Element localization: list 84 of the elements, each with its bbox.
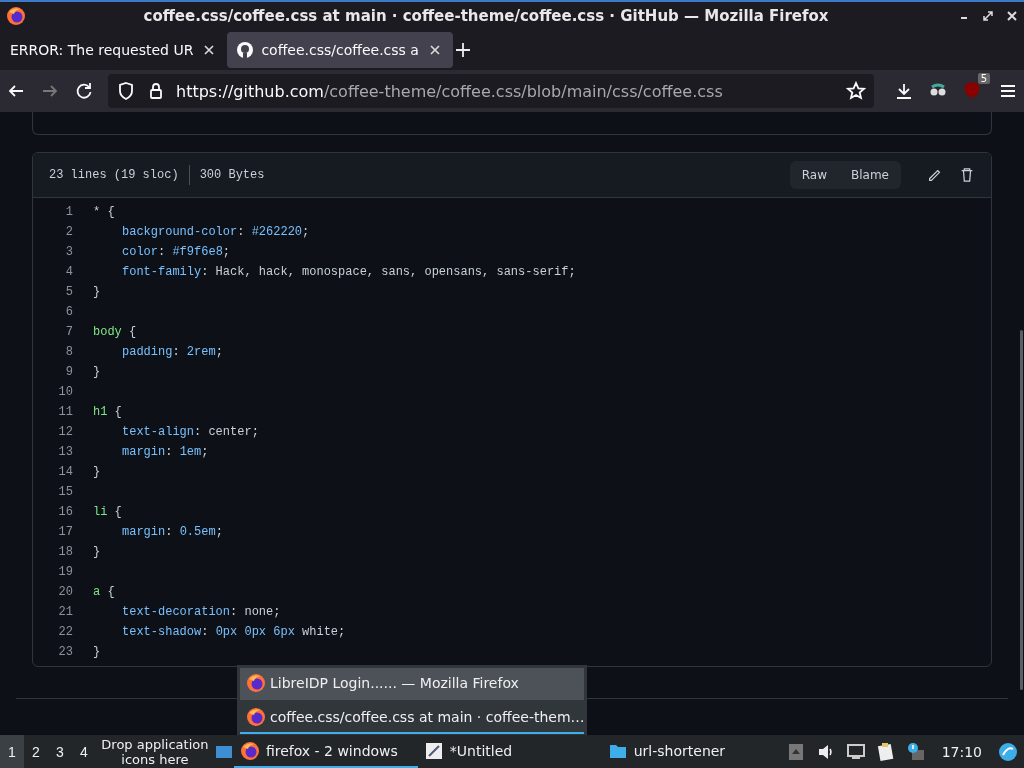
line-number: 17	[57, 525, 74, 539]
file-action-button[interactable]: Blame	[839, 161, 901, 189]
clock: 17:10	[941, 743, 982, 760]
code-line: text-align: center;	[121, 425, 259, 439]
code-line: }	[93, 545, 101, 559]
application-menu-icon[interactable]	[998, 741, 1018, 762]
github-icon	[235, 40, 256, 60]
extension-badge: 5	[977, 73, 990, 84]
code-line: text-decoration: none;	[121, 605, 281, 619]
line-number: 1	[64, 205, 74, 219]
line-count: 23 lines (19 sloc)	[49, 168, 179, 182]
code-line: color: #f9f6e8;	[121, 245, 231, 259]
network-icon[interactable]	[845, 741, 866, 762]
taskbar-task[interactable]: firefox - 2 windows	[233, 735, 418, 768]
window-title: coffee.css/coffee.css at main · coffee-theme/coffee.css · GitHub — Mozilla Firefox	[142, 7, 830, 25]
line-number: 20	[57, 585, 74, 599]
code-line: }	[93, 465, 101, 479]
pencil-icon[interactable]	[927, 167, 943, 183]
star-icon[interactable]	[846, 81, 866, 101]
launcher-hint: Drop application icons here	[100, 736, 210, 767]
maximize-icon[interactable]	[982, 10, 994, 22]
workspace-button[interactable]: 2	[24, 735, 48, 768]
download-icon[interactable]	[894, 81, 914, 101]
line-number: 15	[57, 485, 74, 499]
tab-title: ERROR: The requested UR	[10, 42, 194, 58]
shield-extension-icon[interactable]	[962, 80, 982, 100]
firefox-icon	[6, 6, 26, 26]
close-icon[interactable]	[1006, 10, 1018, 22]
code-line: a {	[93, 585, 115, 599]
code-line: * {	[93, 205, 115, 219]
workspace-button[interactable]: 3	[47, 735, 72, 768]
line-number: 22	[57, 625, 74, 639]
line-number: 14	[57, 465, 74, 479]
browser-tab[interactable]: ERROR: The requested UR	[2, 32, 228, 68]
line-number: 7	[64, 325, 74, 339]
firefox-icon	[239, 740, 260, 761]
shield-icon[interactable]	[116, 81, 136, 101]
code-line: text-shadow: 0px 0px 6px white;	[121, 625, 346, 639]
line-number: 2	[64, 225, 74, 239]
clipboard-icon[interactable]	[875, 741, 896, 762]
reload-icon[interactable]	[74, 81, 94, 101]
line-number: 19	[57, 565, 74, 579]
firefox-icon	[246, 707, 266, 727]
line-number: 4	[64, 265, 74, 279]
trash-icon[interactable]	[959, 167, 975, 183]
taskbar-task[interactable]: *Untitled	[417, 735, 602, 768]
tab-title: coffee.css/coffee.css a	[261, 42, 419, 58]
code-line: li {	[93, 505, 122, 519]
window-list-item[interactable]: LibreIDP Login...... — Mozilla Firefox	[240, 668, 584, 700]
line-number: 23	[57, 645, 74, 659]
line-number: 8	[64, 345, 74, 359]
code-line: h1 {	[93, 405, 122, 419]
code-line: body {	[93, 325, 137, 339]
code-line: margin: 1em;	[121, 445, 209, 459]
line-number: 3	[64, 245, 74, 259]
code-line: padding: 2rem;	[121, 345, 223, 359]
line-number: 11	[57, 405, 74, 419]
line-number: 13	[57, 445, 74, 459]
taskbar-task[interactable]: url-shortener	[601, 735, 786, 768]
firefox-icon	[246, 673, 266, 693]
workspace-button[interactable]: 4	[71, 735, 96, 768]
code-line: }	[93, 645, 101, 659]
code-line: font-family: Hack, hack, monospace, sans, opensans, sans-serif;	[121, 265, 576, 279]
notification-icon[interactable]	[905, 741, 926, 762]
line-number: 12	[57, 425, 74, 439]
code-line: background-color: #262220;	[121, 225, 310, 239]
address-field[interactable]: https://github.com/coffee-theme/coffee.css/blob/main/css/coffee.css	[108, 74, 874, 108]
line-number: 21	[57, 605, 74, 619]
line-number: 9	[64, 365, 74, 379]
file-size: 300 Bytes	[199, 168, 265, 182]
line-number: 5	[64, 285, 74, 299]
text-editor-icon	[423, 740, 444, 761]
workspace-button[interactable]: 1	[0, 735, 24, 768]
code-line: margin: 0.5em;	[121, 525, 223, 539]
scrollbar[interactable]	[1020, 330, 1023, 690]
url-text: https://github.com/coffee-theme/coffee.css/blob/main/css/coffee.css	[176, 81, 724, 101]
code-line: }	[93, 285, 101, 299]
line-number: 16	[57, 505, 74, 519]
line-number: 10	[57, 385, 74, 399]
line-number: 18	[57, 545, 74, 559]
code-line: }	[93, 365, 101, 379]
browser-tab[interactable]: coffee.css/coffee.css a	[227, 32, 453, 68]
file-action-button[interactable]: Raw	[789, 161, 839, 189]
line-number: 6	[64, 305, 74, 319]
